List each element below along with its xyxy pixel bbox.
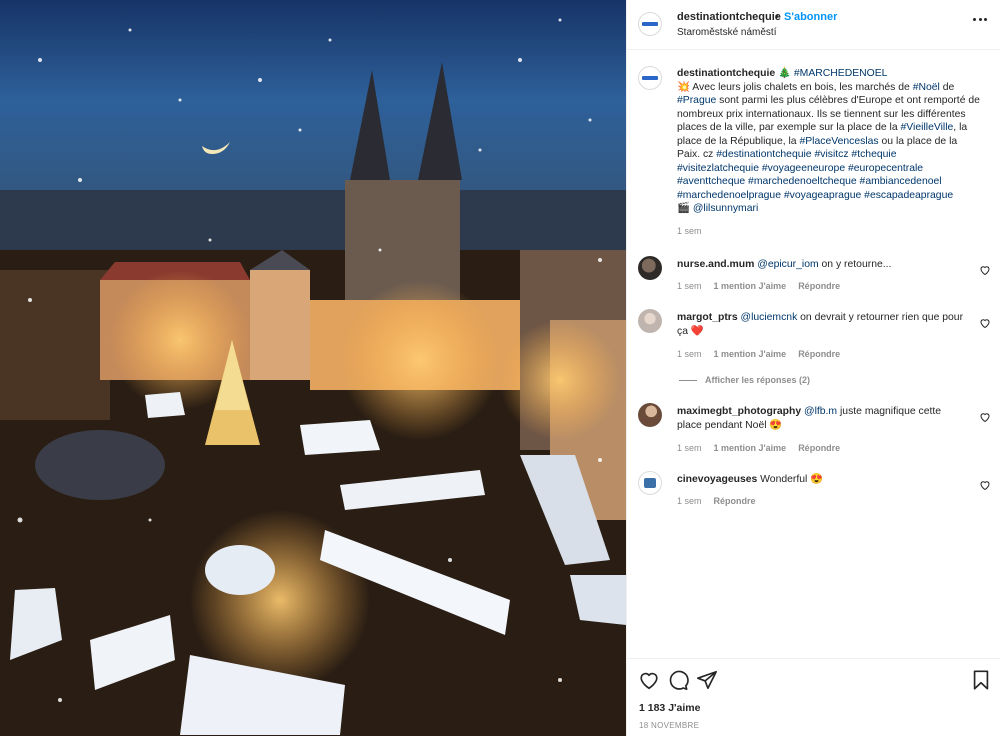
comment-meta: 1 sem 1 mention J'aime Répondre xyxy=(677,349,840,359)
post-details-panel: destinationtchequie • S'abonner Staroměs… xyxy=(626,0,1000,736)
caption-text: destinationtchequie 🎄 #MARCHEDENOEL 💥 Av… xyxy=(677,67,981,216)
post-date[interactable]: 18 NOVEMBRE xyxy=(639,721,699,730)
star-emoji: 💥 xyxy=(677,81,690,93)
hashtag-link[interactable]: #VieilleVille xyxy=(901,122,954,133)
comment-body: Wonderful 😍 xyxy=(757,474,824,485)
like-count[interactable]: 1 183 J'aime xyxy=(639,702,700,714)
comment-body: on y retourne... xyxy=(818,259,892,270)
post-location[interactable]: Staroměstské náměstí xyxy=(677,27,776,38)
view-replies-button[interactable]: Afficher les réponses (2) xyxy=(679,375,810,385)
comment-text: cinevoyageuses Wonderful 😍 xyxy=(677,473,967,487)
caption-body: Avec leurs jolis chalets en bois, les ma… xyxy=(689,81,913,93)
reply-button[interactable]: Répondre xyxy=(798,349,840,359)
post-actions: 1 183 J'aime 18 NOVEMBRE xyxy=(627,658,1000,736)
comment-meta: 1 sem Répondre xyxy=(677,496,756,506)
comment-meta: 1 sem 1 mention J'aime Répondre xyxy=(677,443,840,453)
replies-divider xyxy=(679,379,697,381)
hashtag-list[interactable]: #destinationtchequie #visitcz #tchequie … xyxy=(677,149,953,201)
commenter-username[interactable]: cinevoyageuses xyxy=(677,474,757,485)
comment-text: maximegbt_photography @lfb.m juste magni… xyxy=(677,405,967,433)
comment-time[interactable]: 1 sem xyxy=(677,281,702,291)
reply-button[interactable]: Répondre xyxy=(714,496,756,506)
like-comment-heart-icon[interactable] xyxy=(979,317,991,329)
like-comment-heart-icon[interactable] xyxy=(979,411,991,423)
caption-time[interactable]: 1 sem xyxy=(677,226,702,236)
bookmark-icon[interactable] xyxy=(970,669,992,691)
comment-likes[interactable]: 1 mention J'aime xyxy=(714,443,787,453)
comment-icon[interactable] xyxy=(667,669,689,691)
commenter-avatar[interactable] xyxy=(638,403,662,427)
comment-meta: 1 sem 1 mention J'aime Répondre xyxy=(677,281,840,291)
heart-icon[interactable] xyxy=(638,669,660,691)
view-replies-label: Afficher les réponses (2) xyxy=(705,375,811,385)
follow-button[interactable]: S'abonner xyxy=(784,11,837,23)
commenter-username[interactable]: margot_ptrs xyxy=(677,312,738,323)
like-comment-heart-icon[interactable] xyxy=(979,479,991,491)
hashtag-link[interactable]: #Prague xyxy=(677,95,716,106)
comment-mention[interactable]: @lfb.m xyxy=(804,406,837,417)
hashtag-link[interactable]: #Noël xyxy=(913,82,940,93)
share-icon[interactable] xyxy=(696,669,718,691)
hashtag-link[interactable]: #MARCHEDENOEL xyxy=(794,68,888,79)
reply-button[interactable]: Répondre xyxy=(798,443,840,453)
author-username[interactable]: destinationtchequie xyxy=(677,11,781,23)
comment-time[interactable]: 1 sem xyxy=(677,349,702,359)
commenter-username[interactable]: maximegbt_photography xyxy=(677,406,801,417)
caption-username[interactable]: destinationtchequie xyxy=(677,68,775,79)
post-header: destinationtchequie • S'abonner Staroměs… xyxy=(627,0,1000,50)
commenter-username[interactable]: nurse.and.mum xyxy=(677,259,754,270)
photo-illustration xyxy=(0,0,626,736)
comment-text: nurse.and.mum @epicur_iom on y retourne.… xyxy=(677,258,967,272)
comment-text: margot_ptrs @luciemcnk on devrait y reto… xyxy=(677,311,967,339)
commenter-avatar[interactable] xyxy=(638,471,662,495)
comment-time[interactable]: 1 sem xyxy=(677,496,702,506)
hashtag-link[interactable]: #PlaceVenceslas xyxy=(799,136,878,147)
comment-time[interactable]: 1 sem xyxy=(677,443,702,453)
credit-mention[interactable]: @lilsunnymari xyxy=(693,203,758,214)
caption-body: de xyxy=(939,81,955,93)
like-comment-heart-icon[interactable] xyxy=(979,264,991,276)
comment-likes[interactable]: 1 mention J'aime xyxy=(714,281,787,291)
header-separator: • xyxy=(775,11,779,23)
reply-button[interactable]: Répondre xyxy=(798,281,840,291)
author-avatar[interactable] xyxy=(638,12,662,36)
camera-emoji: 🎬 xyxy=(677,203,690,214)
comment-mention[interactable]: @epicur_iom xyxy=(757,259,818,270)
comment-likes[interactable]: 1 mention J'aime xyxy=(714,349,787,359)
comment-mention[interactable]: @luciemcnk xyxy=(741,312,798,323)
commenter-avatar[interactable] xyxy=(638,309,662,333)
post-photo[interactable] xyxy=(0,0,626,736)
caption-avatar[interactable] xyxy=(638,66,662,90)
more-options-icon[interactable] xyxy=(973,12,987,26)
tree-emoji: 🎄 xyxy=(778,68,791,79)
commenter-avatar[interactable] xyxy=(638,256,662,280)
